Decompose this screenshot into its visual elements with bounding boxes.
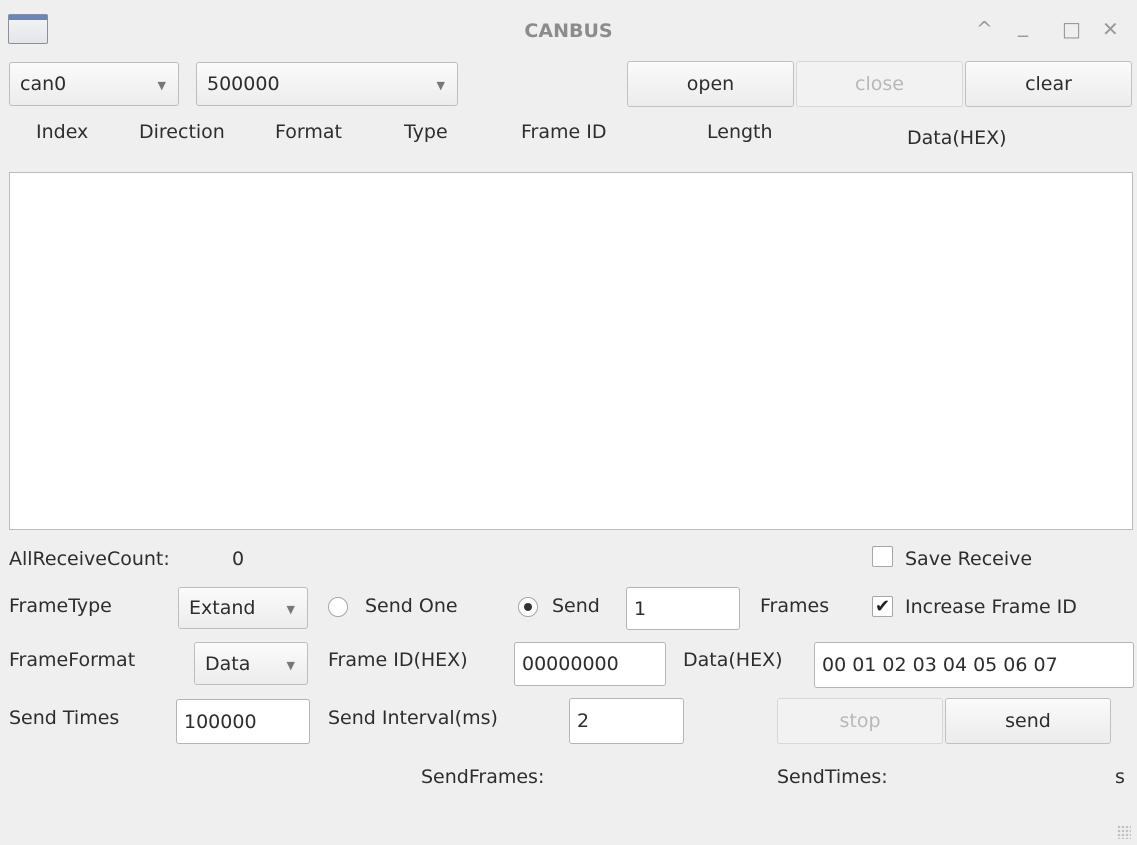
frames-count-input[interactable]: 1 xyxy=(626,587,740,630)
send-radio[interactable] xyxy=(518,597,538,617)
column-header-data-hex[interactable]: Data(HEX) xyxy=(907,127,1007,149)
send-times-input[interactable]: 100000 xyxy=(176,699,310,744)
chevron-down-icon: ▼ xyxy=(436,78,445,92)
column-header-index[interactable]: Index xyxy=(36,121,88,143)
frame-id-value: 00000000 xyxy=(522,653,619,675)
frame-format-select[interactable]: Data ▼ xyxy=(194,642,308,685)
baudrate-value: 500000 xyxy=(207,73,280,95)
send-interval-input[interactable]: 2 xyxy=(569,698,684,744)
window-title: CANBUS xyxy=(524,20,613,42)
frame-type-value: Extand xyxy=(189,597,256,619)
column-header-length[interactable]: Length xyxy=(707,121,773,143)
data-hex-input[interactable]: 00 01 02 03 04 05 06 07 xyxy=(814,642,1134,688)
minimize-icon[interactable]: _ xyxy=(1018,14,1028,36)
send-button[interactable]: send xyxy=(945,698,1111,744)
save-receive-label: Save Receive xyxy=(905,548,1033,570)
shade-up-icon[interactable]: ^ xyxy=(976,18,993,40)
frame-format-value: Data xyxy=(205,652,251,675)
data-hex-value: 00 01 02 03 04 05 06 07 xyxy=(822,654,1058,676)
title-bar[interactable]: CANBUS ^ _ □ ✕ xyxy=(0,0,1137,58)
device-select[interactable]: can0 ▼ xyxy=(9,62,179,106)
column-header-direction[interactable]: Direction xyxy=(139,121,225,143)
baudrate-select[interactable]: 500000 ▼ xyxy=(196,62,458,106)
device-value: can0 xyxy=(20,73,67,95)
resize-grip-icon[interactable] xyxy=(1117,825,1131,839)
send-frames-label: SendFrames: xyxy=(421,766,545,788)
save-receive-checkbox[interactable] xyxy=(872,546,893,567)
open-button[interactable]: open xyxy=(627,61,794,107)
increase-frame-id-checkbox[interactable]: ✔ xyxy=(872,596,893,617)
frame-type-select[interactable]: Extand ▼ xyxy=(178,587,308,629)
close-icon[interactable]: ✕ xyxy=(1102,18,1119,40)
frame-list[interactable] xyxy=(9,172,1133,530)
maximize-icon[interactable]: □ xyxy=(1062,18,1081,40)
column-header-frame-id[interactable]: Frame ID xyxy=(521,121,606,143)
frame-type-label: FrameType xyxy=(9,595,112,617)
chevron-down-icon: ▼ xyxy=(286,602,295,616)
all-receive-count-value: 0 xyxy=(232,548,245,570)
frame-id-label: Frame ID(HEX) xyxy=(328,649,468,671)
frames-count-value: 1 xyxy=(634,597,647,620)
close-button[interactable]: close xyxy=(796,61,963,107)
clear-button[interactable]: clear xyxy=(965,61,1132,107)
frame-format-label: FrameFormat xyxy=(9,649,136,671)
chevron-down-icon: ▼ xyxy=(286,658,295,672)
column-header-format[interactable]: Format xyxy=(275,121,342,143)
send-interval-value: 2 xyxy=(577,710,590,732)
increase-frame-id-label: Increase Frame ID xyxy=(905,596,1077,618)
stop-button[interactable]: stop xyxy=(777,698,943,744)
chevron-down-icon: ▼ xyxy=(157,78,166,92)
send-interval-label: Send Interval(ms) xyxy=(328,707,498,729)
frames-label: Frames xyxy=(760,595,830,617)
data-hex-label: Data(HEX) xyxy=(683,649,783,671)
send-one-radio[interactable] xyxy=(328,597,348,617)
frame-id-input[interactable]: 00000000 xyxy=(514,642,666,686)
send-times-status-label: SendTimes: xyxy=(777,766,888,788)
send-times-label: Send Times xyxy=(9,707,120,729)
canbus-window: CANBUS ^ _ □ ✕ can0 ▼ 500000 ▼ open clos… xyxy=(0,0,1137,845)
column-header-type[interactable]: Type xyxy=(404,121,448,143)
all-receive-count-label: AllReceiveCount: xyxy=(9,548,170,570)
send-one-label: Send One xyxy=(365,595,458,617)
send-radio-label: Send xyxy=(552,595,600,617)
send-times-value: 100000 xyxy=(184,710,257,733)
seconds-unit: s xyxy=(1115,766,1125,788)
